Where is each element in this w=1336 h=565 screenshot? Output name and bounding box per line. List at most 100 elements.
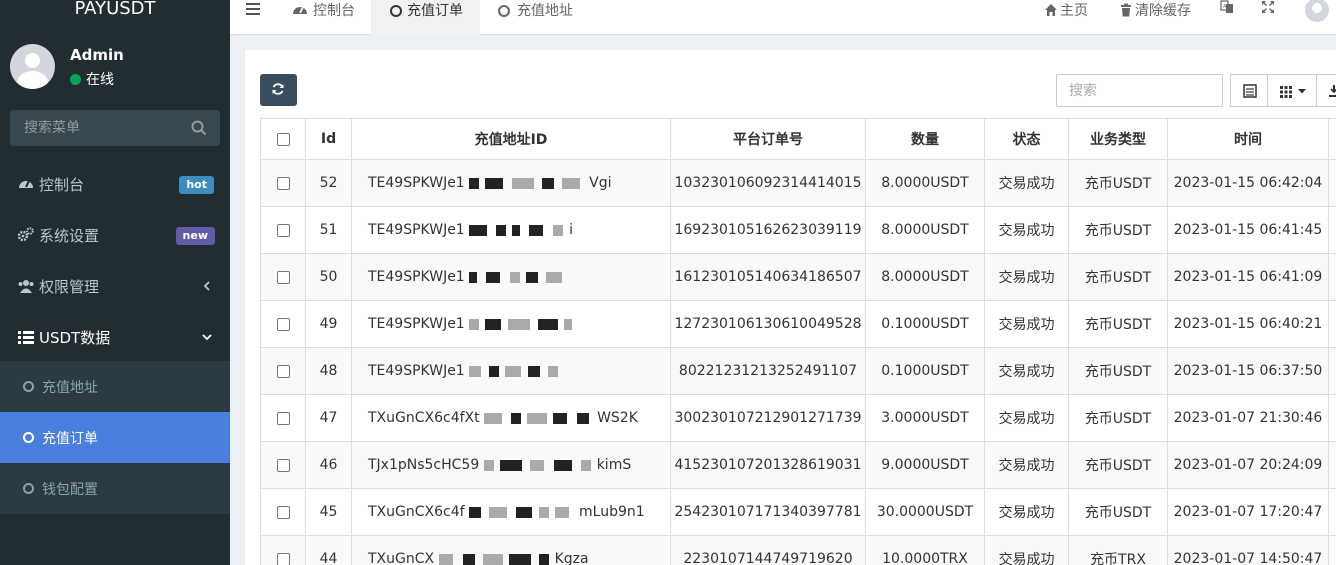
table-row: 47 TXuGnCX6c4fXt WS2K 300230107212901271… — [260, 394, 1336, 442]
download-icon — [1329, 85, 1336, 97]
dashboard-icon — [293, 6, 307, 14]
redacted-block — [462, 553, 475, 565]
table-search-input[interactable] — [1056, 74, 1223, 107]
cell-time: 2023-01-07 14:50:47 — [1167, 535, 1329, 565]
row-checkbox[interactable] — [276, 176, 290, 190]
clear-cache-link[interactable]: 清除缓存 — [1119, 0, 1191, 20]
redacted-block — [508, 553, 531, 565]
search-icon[interactable] — [190, 119, 208, 137]
cell-operate — [1328, 300, 1336, 348]
sidebar-item-settings[interactable]: 系统设置 new — [0, 210, 230, 261]
row-select-cell — [260, 441, 306, 489]
cell-address-id: TE49SPKWJe1 Vgi — [351, 159, 671, 207]
column-header-address-id[interactable]: 充值地址ID — [351, 118, 671, 160]
cell-type: 充币USDT — [1068, 441, 1168, 489]
menu-search-input[interactable] — [10, 110, 185, 146]
redacted-block — [469, 318, 480, 330]
cell-order-no: 2230107144749719620 — [670, 535, 866, 565]
online-dot-icon — [70, 74, 81, 85]
table-row: 52 TE49SPKWJe1 Vgi 103230106092314414015… — [260, 159, 1336, 207]
refresh-icon — [272, 83, 284, 95]
refresh-button[interactable] — [260, 74, 297, 106]
cell-operate — [1328, 441, 1336, 489]
user-status: 在线 — [70, 69, 114, 89]
cell-operate — [1328, 535, 1336, 565]
cell-type: 充币USDT — [1068, 488, 1168, 536]
export-button[interactable] — [1316, 74, 1336, 107]
circle-icon — [23, 432, 34, 443]
orders-table-wrapper: Id 充值地址ID 平台订单号 数量 状态 业务类型 时间 52 TE49SPK… — [260, 118, 1336, 565]
row-checkbox[interactable] — [276, 364, 290, 378]
cell-operate — [1328, 253, 1336, 301]
cell-status: 交易成功 — [984, 347, 1069, 395]
redacted-block — [489, 506, 507, 518]
column-header-order-no[interactable]: 平台订单号 — [670, 118, 866, 160]
cell-address-id: TXuGnCX6c4f mLub9n1 — [351, 488, 671, 536]
cell-address-id: TXuGnCX Kgza — [351, 535, 671, 565]
list-view-icon — [1243, 84, 1257, 98]
redacted-block — [438, 553, 453, 565]
redacted-block — [485, 177, 504, 189]
row-checkbox[interactable] — [276, 411, 290, 425]
row-select-cell — [260, 206, 306, 254]
row-select-cell — [260, 488, 306, 536]
hot-badge: hot — [179, 176, 214, 194]
row-checkbox[interactable] — [276, 317, 290, 331]
cell-amount: 0.1000USDT — [865, 300, 985, 348]
cell-time: 2023-01-07 20:24:09 — [1167, 441, 1329, 489]
sidebar-item-deposit-orders[interactable]: 充值订单 — [0, 412, 230, 463]
language-link[interactable]: A — [1220, 0, 1236, 20]
row-checkbox[interactable] — [276, 270, 290, 284]
orders-table: Id 充值地址ID 平台订单号 数量 状态 业务类型 时间 52 TE49SPK… — [260, 118, 1336, 565]
redacted-block — [562, 177, 581, 189]
cell-id: 47 — [305, 394, 352, 442]
row-checkbox[interactable] — [276, 223, 290, 237]
cell-time: 2023-01-07 21:30:46 — [1167, 394, 1329, 442]
cell-order-no: 161230105140634186507 — [670, 253, 866, 301]
caret-down-icon — [1298, 89, 1306, 94]
sidebar-item-wallet-config[interactable]: 钱包配置 — [0, 463, 230, 514]
chevron-left-icon — [203, 281, 210, 291]
cell-operate — [1328, 206, 1336, 254]
row-checkbox[interactable] — [276, 552, 290, 565]
tab-deposit-orders[interactable]: 充值订单 — [371, 0, 480, 35]
cell-address-id: TJx1pNs5cHC59 kimS — [351, 441, 671, 489]
fullscreen-link[interactable] — [1261, 0, 1277, 20]
sidebar-item-usdt-data[interactable]: USDT数据 — [0, 312, 230, 363]
column-header-type[interactable]: 业务类型 — [1068, 118, 1168, 160]
cell-type: 充币USDT — [1068, 347, 1168, 395]
app-logo[interactable]: PAYUSDT — [0, 0, 230, 22]
redacted-block — [526, 271, 539, 283]
cell-time: 2023-01-15 06:37:50 — [1167, 347, 1329, 395]
toggle-view-button[interactable] — [1230, 74, 1268, 107]
redacted-block — [510, 271, 521, 283]
table-row: 44 TXuGnCX Kgza 2230107144749719620 10.0… — [260, 535, 1336, 565]
redacted-block — [553, 459, 572, 471]
cell-id: 48 — [305, 347, 352, 395]
trash-icon — [1121, 3, 1131, 17]
tab-dashboard[interactable]: 控制台 — [292, 0, 372, 35]
redacted-block — [512, 177, 535, 189]
hamburger-icon[interactable] — [246, 2, 262, 16]
tab-deposit-address[interactable]: 充值地址 — [496, 0, 586, 35]
sidebar-item-deposit-address[interactable]: 充值地址 — [0, 361, 230, 412]
select-all-checkbox[interactable] — [276, 132, 290, 146]
row-select-cell — [260, 394, 306, 442]
row-select-cell — [260, 535, 306, 565]
user-avatar-menu[interactable] — [1305, 0, 1329, 22]
redacted-block — [580, 459, 591, 471]
column-header-time[interactable]: 时间 — [1167, 118, 1329, 160]
column-header-amount[interactable]: 数量 — [865, 118, 985, 160]
home-link[interactable]: 主页 — [1044, 0, 1088, 20]
columns-dropdown-button[interactable] — [1267, 74, 1317, 107]
column-header-id[interactable]: Id — [305, 118, 352, 160]
row-checkbox[interactable] — [276, 505, 290, 519]
cell-order-no: 169230105162623039119 — [670, 206, 866, 254]
sidebar-item-permissions[interactable]: 权限管理 — [0, 261, 230, 312]
column-header-status[interactable]: 状态 — [984, 118, 1069, 160]
row-checkbox[interactable] — [276, 458, 290, 472]
cell-address-id: TE49SPKWJe1 — [351, 300, 671, 348]
sidebar-item-dashboard[interactable]: 控制台 hot — [0, 159, 230, 210]
redacted-block — [539, 506, 549, 518]
users-icon — [18, 280, 34, 293]
